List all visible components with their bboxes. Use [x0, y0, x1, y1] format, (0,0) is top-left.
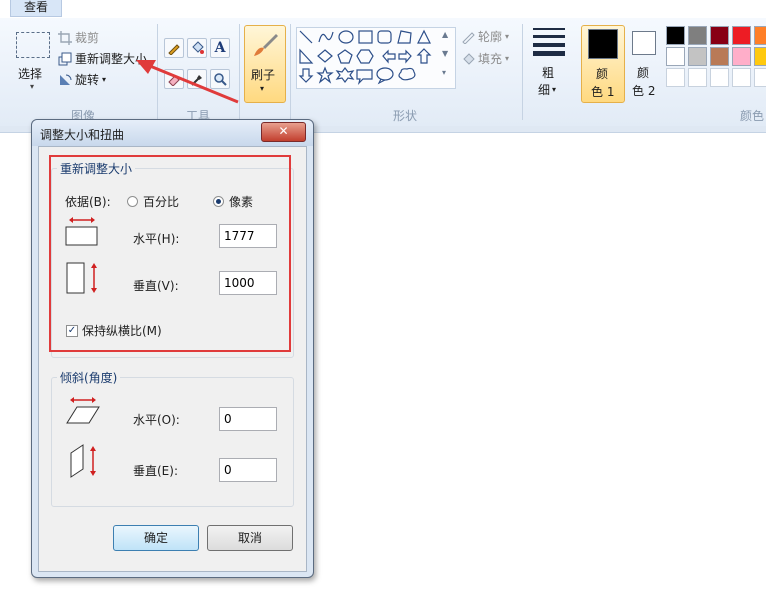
color1-button[interactable]: 颜 色 1 — [581, 25, 625, 103]
shapes-gallery[interactable] — [296, 27, 456, 89]
separator — [522, 24, 523, 120]
crop-icon — [58, 30, 72, 45]
rotate-dropdown-icon: ▾ — [102, 75, 107, 84]
ok-button[interactable]: 确定 — [113, 525, 199, 551]
separator — [290, 24, 291, 120]
skew-legend: 倾斜(角度) — [57, 369, 121, 386]
outline-label: 轮廓 — [478, 30, 503, 44]
palette-swatch[interactable] — [688, 47, 707, 66]
skew-vertical-label: 垂直(E): — [133, 464, 178, 478]
fill-button[interactable]: 填充 ▾ — [461, 50, 509, 67]
brush-dropdown-icon: ▾ — [260, 84, 265, 93]
tab-view[interactable]: 查看 — [10, 0, 62, 17]
skew-vertical-input[interactable] — [219, 458, 277, 482]
size-label-1: 粗 — [542, 66, 555, 80]
ribbon: 选择 ▾ 裁剪 重新调整大小 旋转 ▾ 图像 A 工具 刷子 ▾ ▲ ▼ ▾ 轮… — [0, 18, 766, 127]
outline-icon — [462, 31, 475, 44]
outline-button[interactable]: 轮廓 ▾ — [461, 28, 509, 45]
outline-dropdown-icon: ▾ — [505, 32, 510, 41]
palette-swatch[interactable] — [732, 68, 751, 87]
fill-label: 填充 — [478, 52, 503, 66]
annotation-arrow-icon — [136, 60, 239, 104]
text-tool-icon[interactable]: A — [210, 38, 230, 58]
resize-icon — [58, 52, 72, 65]
ribbon-tab-strip: 查看 — [0, 0, 766, 19]
palette-swatch[interactable] — [666, 68, 685, 87]
color1-label-2: 色 1 — [591, 85, 615, 99]
brush-button[interactable]: 刷子 ▾ — [244, 25, 286, 103]
crop-button[interactable]: 裁剪 — [58, 29, 99, 46]
color2-label-2: 色 2 — [632, 84, 656, 98]
palette-swatch[interactable] — [666, 26, 685, 45]
color2-swatch — [632, 31, 656, 55]
pencil-icon[interactable] — [164, 38, 184, 58]
palette-swatch[interactable] — [710, 68, 729, 87]
skew-horizontal-label: 水平(O): — [133, 413, 180, 427]
palette-swatch[interactable] — [732, 47, 751, 66]
shapes-more-icon[interactable]: ▾ — [442, 68, 446, 77]
shapes-icons — [298, 29, 432, 85]
palette-swatch[interactable] — [754, 47, 766, 66]
shapes-scroll-down-icon[interactable]: ▼ — [442, 49, 448, 58]
palette-swatch[interactable] — [754, 68, 766, 87]
colors-group-label: 颜色 — [740, 109, 765, 123]
horizontal-skew-icon — [66, 397, 100, 424]
size-label-2-row: 细 ▾ — [538, 81, 556, 98]
palette-swatch[interactable] — [688, 26, 707, 45]
palette-swatch[interactable] — [754, 26, 766, 45]
palette-swatch[interactable] — [688, 68, 707, 87]
crop-label: 裁剪 — [75, 31, 100, 45]
fill-dropdown-icon: ▾ — [505, 54, 510, 63]
dialog-title: 调整大小和扭曲 — [40, 128, 125, 142]
rotate-label: 旋转 — [75, 73, 100, 87]
size-dropdown-icon: ▾ — [552, 85, 557, 94]
select-dropdown-icon[interactable]: ▾ — [30, 82, 34, 91]
rotate-icon — [60, 74, 72, 85]
brush-label: 刷子 — [251, 68, 276, 82]
select-icon[interactable] — [16, 32, 50, 58]
close-icon[interactable]: ✕ — [261, 122, 306, 142]
fill-bucket-icon[interactable] — [187, 38, 207, 58]
skew-horizontal-input[interactable] — [219, 407, 277, 431]
color1-swatch — [588, 29, 618, 59]
color2-label-1: 颜 — [637, 66, 650, 80]
shapes-group-label: 形状 — [392, 109, 417, 123]
vertical-skew-icon — [70, 444, 96, 478]
color2-button[interactable]: 颜 色 2 — [627, 25, 663, 101]
size-button[interactable]: 粗 细 ▾ — [531, 26, 567, 102]
rotate-button[interactable]: 旋转 ▾ — [58, 71, 106, 88]
dialog-titlebar[interactable]: 调整大小和扭曲 ✕ — [32, 120, 313, 146]
line-size-icon — [533, 28, 565, 56]
palette-swatch[interactable] — [732, 26, 751, 45]
size-label-2: 细 — [538, 83, 551, 97]
annotation-highlight-box — [49, 155, 291, 352]
color1-label-1: 颜 — [596, 67, 609, 81]
fill-icon — [463, 52, 475, 65]
palette-swatch[interactable] — [710, 47, 729, 66]
brush-icon — [254, 34, 278, 56]
cancel-button[interactable]: 取消 — [207, 525, 293, 551]
shapes-scroll-up-icon[interactable]: ▲ — [442, 30, 448, 39]
palette-swatch[interactable] — [666, 47, 685, 66]
select-button[interactable]: 选择 — [18, 65, 42, 82]
palette-swatch[interactable] — [710, 26, 729, 45]
